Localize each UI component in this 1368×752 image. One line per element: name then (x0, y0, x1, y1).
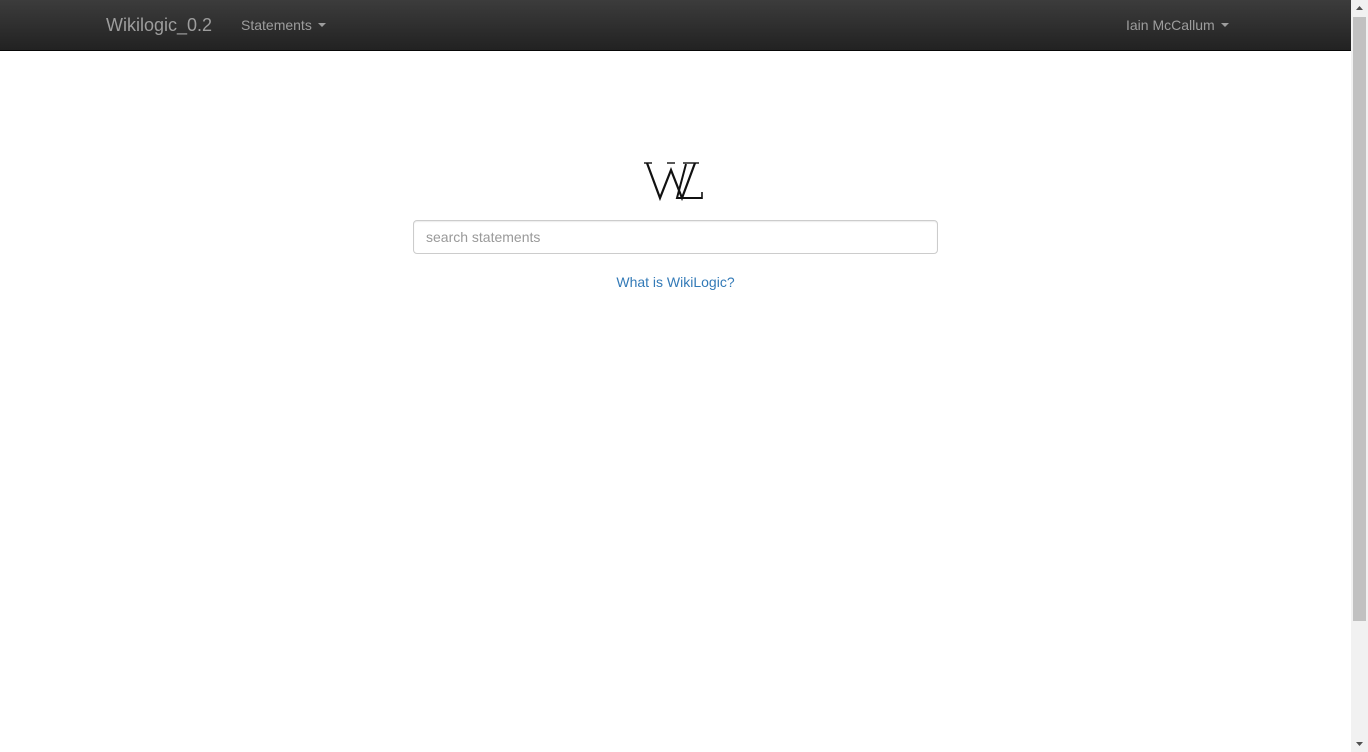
brand-link[interactable]: Wikilogic_0.2 (106, 14, 212, 36)
wikilogic-logo-graphic (644, 162, 703, 202)
arrow-down-icon[interactable] (1351, 735, 1368, 752)
scrollbar-thumb[interactable] (1353, 17, 1366, 621)
what-is-wikilogic-link[interactable]: What is WikiLogic? (0, 273, 1351, 291)
user-menu-dropdown[interactable]: Iain McCallum (1126, 16, 1229, 34)
browser-viewport: Wikilogic_0.2 Statements Iain McCallum s… (0, 0, 1368, 752)
page: Wikilogic_0.2 Statements Iain McCallum s… (0, 0, 1351, 752)
user-name-label: Iain McCallum (1126, 17, 1215, 33)
caret-down-icon (1220, 23, 1229, 28)
statements-dropdown-label: Statements (241, 17, 312, 33)
top-navbar: Wikilogic_0.2 Statements Iain McCallum (0, 0, 1351, 51)
statements-dropdown[interactable]: Statements (241, 16, 326, 34)
caret-down-icon (317, 23, 326, 28)
arrow-up-icon[interactable] (1351, 0, 1368, 17)
vertical-scrollbar[interactable] (1351, 0, 1368, 752)
wikilogic-logo (640, 158, 712, 204)
search-input[interactable] (413, 220, 938, 254)
